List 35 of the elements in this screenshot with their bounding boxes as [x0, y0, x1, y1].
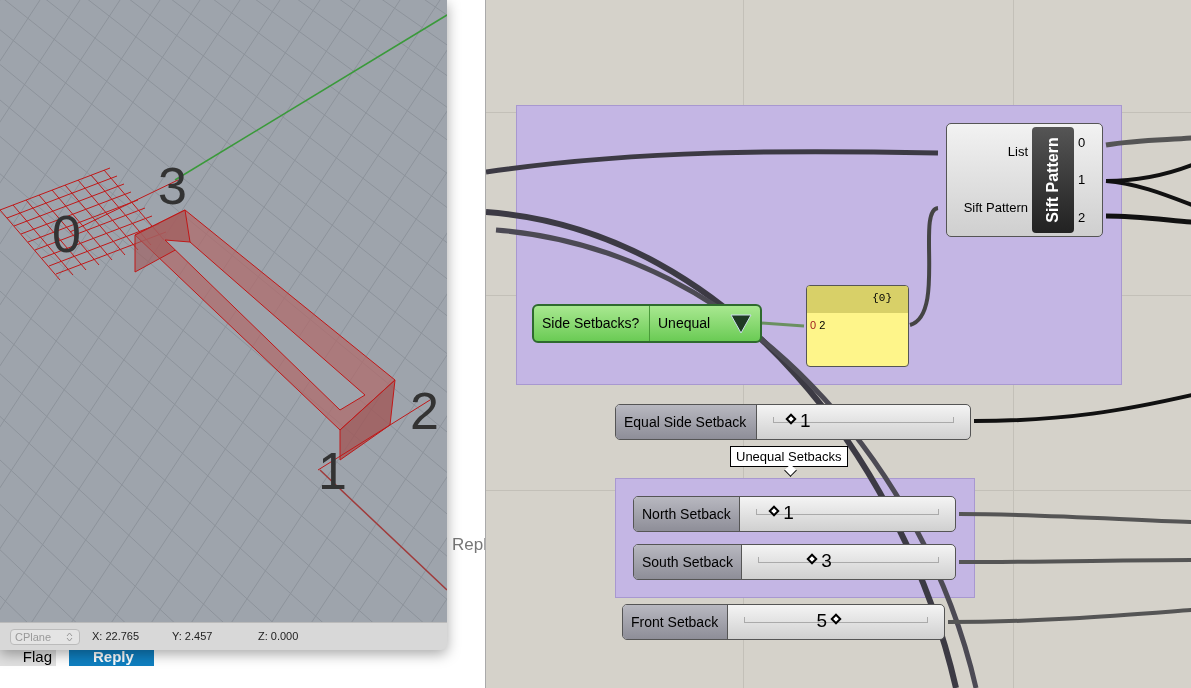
output-label: 2 [1078, 208, 1087, 227]
value-list-value: Unequal [657, 314, 712, 333]
panel-value: 2 [819, 318, 826, 333]
output-label: 0 [1078, 133, 1087, 152]
dropdown-triangle-icon[interactable] [730, 313, 752, 334]
slider-handle[interactable] [806, 553, 818, 565]
slider-value: 1 [800, 410, 811, 431]
chevron-updown-icon [66, 631, 73, 642]
number-slider[interactable]: South Setback 3 [633, 544, 956, 580]
slider-handle[interactable] [768, 505, 780, 517]
slider-label: South Setback [634, 545, 742, 579]
number-slider[interactable]: North Setback 1 [633, 496, 956, 532]
slider-value: 5 [816, 610, 827, 631]
panel-header: {0} [807, 286, 908, 313]
x-coordinate: X: 22.765 [92, 629, 141, 645]
slider-value: 3 [821, 550, 832, 571]
component-title: Sift Pattern [1032, 127, 1074, 233]
slider-label: Front Setback [623, 605, 728, 639]
y-coordinate: Y: 2.457 [172, 629, 214, 645]
slider-label: Equal Side Setback [616, 405, 757, 439]
slider-value: 1 [783, 502, 794, 523]
slider-label: North Setback [634, 497, 740, 531]
input-label: List [1007, 143, 1028, 162]
panel-index: 0 [810, 318, 817, 333]
z-coordinate: Z: 0.000 [258, 629, 299, 645]
slider-handle[interactable] [785, 413, 797, 425]
output-label: 1 [1078, 171, 1087, 190]
value-list-label: Side Setbacks? [534, 306, 650, 341]
number-slider[interactable]: Front Setback 5 [622, 604, 945, 640]
callout-pointer [784, 464, 797, 477]
number-slider[interactable]: Equal Side Setback 1 [615, 404, 971, 440]
input-label: Sift Pattern [963, 199, 1028, 218]
sift-pattern-component[interactable]: List Sift Pattern Sift Pattern 0 1 2 [946, 123, 1103, 237]
value-list[interactable]: Side Setbacks? Unequal [532, 304, 762, 343]
slider-handle[interactable] [830, 613, 842, 625]
